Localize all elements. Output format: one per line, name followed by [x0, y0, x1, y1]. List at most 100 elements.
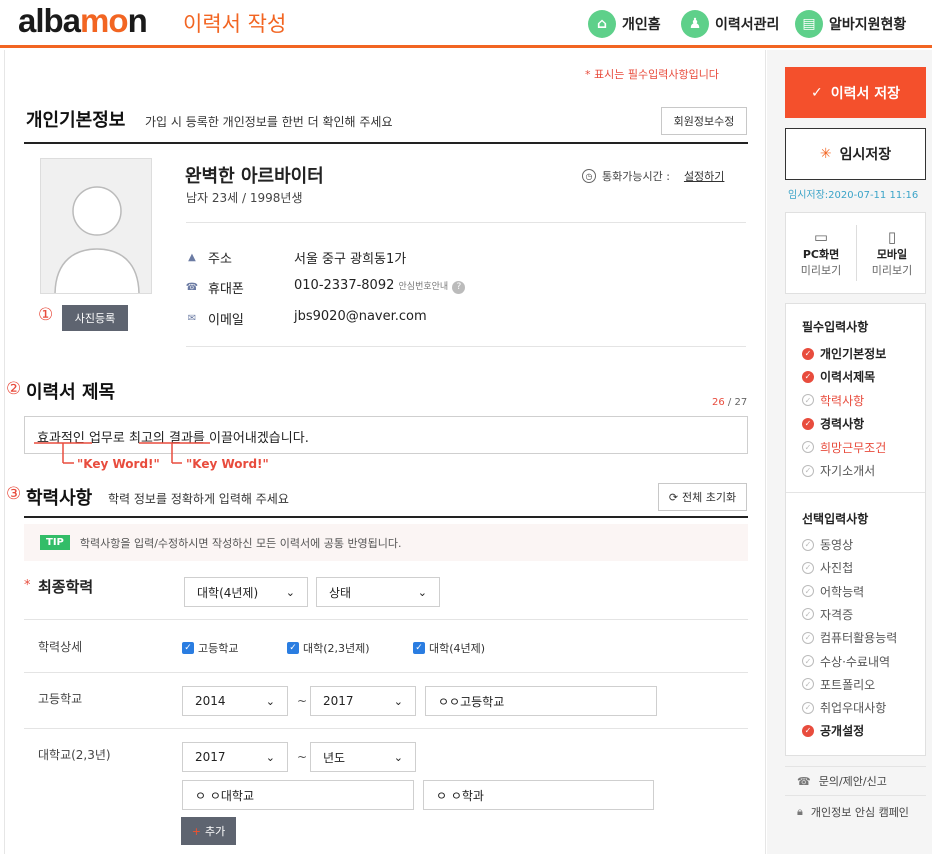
check-outline-icon: ✓	[802, 678, 814, 691]
check-university[interactable]: ✓ 대학(4년제)	[413, 640, 485, 656]
phone-icon: ☎	[797, 774, 811, 788]
pc-preview-button[interactable]: ▭ PC화면 미리보기	[786, 213, 856, 293]
email-label: ✉ 이메일	[186, 309, 244, 328]
optional-item[interactable]: ✓ 사진첩	[802, 559, 853, 576]
checkbox-checked-icon: ✓	[287, 642, 299, 654]
help-icon[interactable]: ?	[452, 281, 466, 294]
label-text: 주소	[208, 252, 232, 267]
required-item[interactable]: ✓ 개인기본정보	[802, 345, 886, 362]
uni-major-input[interactable]: ㅇ ㅇ학과	[423, 780, 654, 810]
page-title: 이력서 작성	[183, 12, 287, 36]
photo-register-button[interactable]: 사진등록	[62, 305, 128, 331]
optional-item-label: 컴퓨터활용능력	[820, 631, 898, 646]
row-divider	[24, 619, 748, 620]
highschool-label: 고등학교	[38, 692, 83, 706]
uni-end-year-select[interactable]: 년도 ⌄	[310, 742, 416, 772]
edit-member-button[interactable]: 회원정보수정	[661, 107, 747, 135]
required-item[interactable]: ✓ 학력사항	[802, 392, 864, 409]
keyword-label-1: "Key Word!"	[77, 457, 160, 471]
tip-text: 학력사항을 입력/수정하시면 작성하신 모든 이력서에 공통 반영됩니다.	[79, 536, 402, 550]
reset-all-button[interactable]: ⟳ 전체 초기화	[658, 483, 747, 511]
check-outline-icon: ✓	[802, 701, 814, 714]
mail-icon: ✉	[187, 313, 197, 324]
privacy-campaign-link[interactable]: 🔒︎ 개인정보 안심 캠페인	[797, 804, 909, 820]
pc-preview-label: PC화면	[802, 248, 840, 261]
check-filled-icon: ✓	[802, 370, 814, 383]
reset-label: 전체 초기화	[682, 491, 737, 504]
save-resume-button[interactable]: ✓ 이력서 저장	[785, 67, 926, 118]
profile-photo[interactable]	[40, 158, 152, 294]
temp-save-button[interactable]: ✳ 임시저장	[785, 128, 926, 180]
required-item[interactable]: ✓ 경력사항	[802, 415, 864, 432]
check-outline-icon: ✓	[802, 608, 814, 621]
safe-number-note[interactable]: 안심번호안내	[399, 282, 449, 292]
optional-item[interactable]: ✓ 컴퓨터활용능력	[802, 629, 897, 646]
optional-item-label: 포트폴리오	[820, 677, 876, 692]
optional-item-label: 취업우대사항	[820, 701, 887, 716]
check-filled-icon: ✓	[802, 347, 814, 360]
uni-name-input[interactable]: ㅇ ㅇ대학교	[182, 780, 414, 810]
status-select[interactable]: 상태 ⌄	[316, 577, 440, 607]
home-icon: ▲	[188, 252, 196, 263]
check-highschool[interactable]: ✓ 고등학교	[182, 640, 238, 656]
required-item-label: 학력사항	[820, 393, 865, 408]
chevron-down-icon: ⌄	[265, 694, 275, 708]
call-time-setting-link[interactable]: 설정하기	[684, 168, 724, 184]
char-count-current: 26	[712, 397, 725, 408]
add-education-button[interactable]: + 추가	[181, 817, 236, 845]
mobile-preview-sub: 미리보기	[871, 264, 913, 277]
char-count-sep: /	[724, 397, 735, 408]
optional-item[interactable]: ✓ 포트폴리오	[802, 676, 875, 693]
personal-info-title: 개인기본정보	[26, 110, 126, 131]
address-value: 서울 중구 광희동1가	[294, 252, 407, 267]
step-marker-2: ②	[6, 379, 22, 399]
person-add-icon: ♟	[681, 10, 709, 38]
home-icon: ⌂	[588, 10, 616, 38]
albamon-logo[interactable]: albamon	[18, 2, 148, 40]
step-marker-3: ③	[6, 484, 22, 504]
optional-item[interactable]: ✓ 수상·수료내역	[802, 653, 890, 670]
select-value: 년도	[323, 750, 346, 765]
tip-box: TIP 학력사항을 입력/수정하시면 작성하신 모든 이력서에 공통 반영됩니다.	[24, 524, 748, 561]
check-outline-icon: ✓	[802, 631, 814, 644]
nav-resume-manage[interactable]: ♟ 이력서관리	[681, 10, 779, 38]
check-outline-icon: ✓	[802, 441, 814, 454]
hs-end-year-select[interactable]: 2017 ⌄	[310, 686, 416, 716]
check-outline-icon: ✓	[802, 394, 814, 407]
mobile-preview-label: 모바일	[876, 248, 908, 261]
select-value: 2014	[195, 694, 226, 708]
inquiry-link[interactable]: ☎ 문의/제안/신고	[797, 773, 887, 789]
optional-item[interactable]: ✓ 동영상	[802, 536, 853, 553]
address-label: ▲ 주소	[186, 248, 232, 267]
mobile-preview-button[interactable]: ▯ 모바일 미리보기	[857, 213, 927, 293]
hs-start-year-select[interactable]: 2014 ⌄	[182, 686, 288, 716]
optional-item[interactable]: ✓ 취업우대사항	[802, 699, 886, 716]
required-list-title: 필수입력사항	[802, 320, 869, 334]
mobile-icon: ▯	[887, 228, 897, 246]
plus-icon: +	[191, 824, 201, 838]
optional-item[interactable]: ✓ 자격증	[802, 606, 853, 623]
required-item[interactable]: ✓ 이력서제목	[802, 368, 875, 385]
required-item[interactable]: ✓ 자기소개서	[802, 462, 875, 479]
optional-item[interactable]: ✓ 공개설정	[802, 722, 864, 739]
check-college[interactable]: ✓ 대학(2,3년제)	[287, 640, 370, 656]
nav-apply-status[interactable]: ▤ 알바지원현황	[795, 10, 906, 38]
required-item[interactable]: ✓ 희망근무조건	[802, 439, 886, 456]
phone-number: 010-2337-8092	[294, 278, 395, 293]
optional-item[interactable]: ✓ 어학능력	[802, 583, 864, 600]
phone-value: 010-2337-8092 안심번호안내 ?	[294, 278, 466, 294]
char-count-max: 27	[734, 397, 748, 408]
check-filled-icon: ✓	[802, 724, 814, 737]
optional-item-label: 공개설정	[820, 724, 865, 739]
check-outline-icon: ✓	[802, 538, 814, 551]
final-education-select[interactable]: 대학(4년제) ⌄	[184, 577, 308, 607]
hs-name-input[interactable]: ㅇㅇ고등학교	[425, 686, 657, 716]
personal-info-subtitle: 가입 시 등록한 개인정보를 한번 더 확인해 주세요	[145, 115, 393, 129]
required-item-label: 경력사항	[820, 417, 865, 432]
final-education-label: 최종학력	[38, 578, 94, 596]
tip-badge: TIP	[40, 535, 70, 550]
optional-item-label: 수상·수료내역	[820, 654, 891, 669]
nav-personal-home[interactable]: ⌂ 개인홈	[588, 10, 661, 38]
nav-label: 알바지원현황	[829, 17, 907, 33]
uni-start-year-select[interactable]: 2017 ⌄	[182, 742, 288, 772]
